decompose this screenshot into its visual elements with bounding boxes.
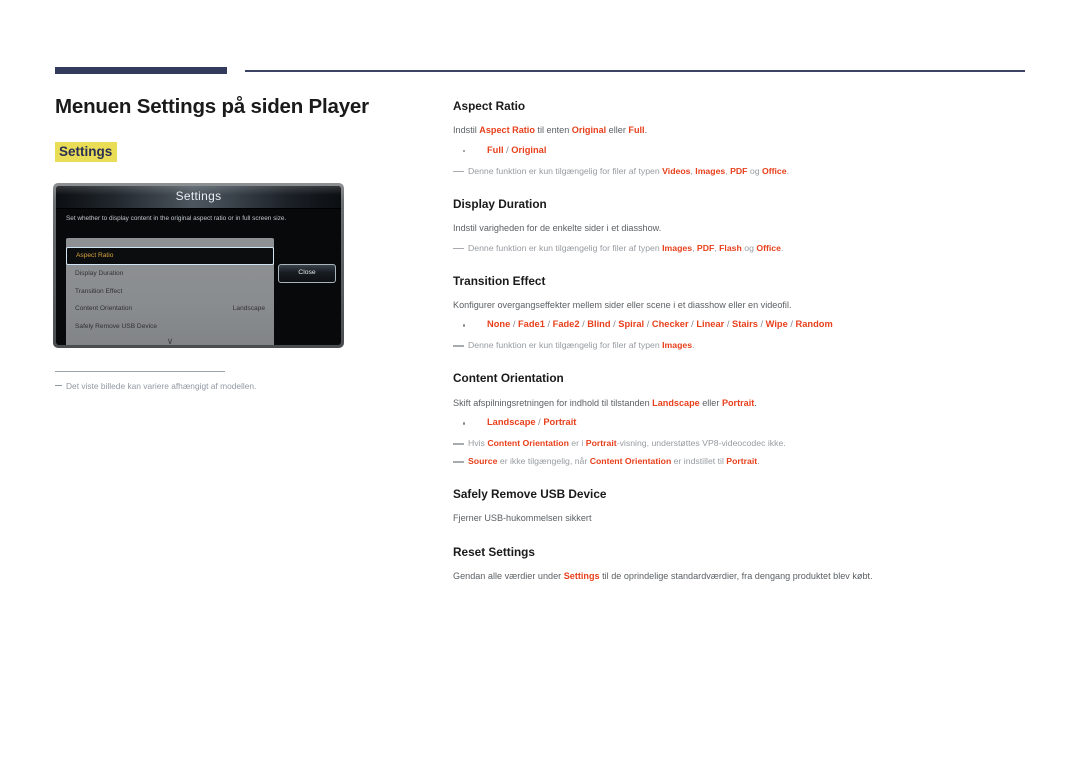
note-text: og [747,165,762,176]
section-reset-settings: Reset Settings Gendan alle værdier under… [453,545,1033,584]
osd-row-transition-effect[interactable]: Transition Effect [66,283,274,301]
section-note: Source er ikke tilgængelig, når Content … [453,455,1033,468]
note-term: Source [468,456,498,467]
note-text: og [741,242,757,253]
section-heading: Transition Effect [453,273,546,288]
section-aspect-ratio: Aspect Ratio Indstil Aspect Ratio til en… [453,99,1033,178]
note-text: Denne funktion er kun tilgængelig for fi… [468,165,663,176]
tv-bezel: Settings Set whether to display content … [53,183,344,348]
desc-text: til enten [534,125,572,136]
osd-row-label: Aspect Ratio [76,252,114,259]
osd-row-label: Transition Effect [75,287,123,295]
desc-term: Aspect Ratio [479,125,535,136]
osd-row-label: Content Orientation [75,305,133,312]
left-column: Menuen Settings på siden Player Settings [55,95,425,163]
note-term: Content Orientation [487,438,569,449]
note-term: Flash [719,242,742,253]
desc-text: eller [606,125,629,136]
figure-caption-text: Det viste billede kan variere afhængigt … [66,381,257,391]
chevron-down-icon[interactable]: ∨ [66,335,274,345]
desc-text: . [754,397,757,408]
note-text: . [692,340,695,351]
note-text: Hvis [468,438,488,449]
note-term: Office [761,165,787,176]
note-term: Videos [662,165,691,176]
osd-close-button[interactable]: Close [278,264,336,283]
osd-title: Settings [175,189,222,203]
desc-text: Indstil [453,125,480,136]
section-heading: Aspect Ratio [453,99,526,113]
option-list-item: None / Fade1 / Fade2 / Blind / Spiral / … [453,318,1033,332]
desc-term: Settings [563,571,600,582]
figure-caption: Det viste billede kan variere afhængigt … [55,380,395,393]
desc-text: . [644,125,648,136]
section-description: Fjerner USB-hukommelsen sikkert [453,513,592,524]
note-term: Content Orientation [589,456,672,467]
section-note: Denne funktion er kun tilgængelig for fi… [453,242,1033,255]
osd-row-aspect-ratio[interactable]: Aspect Ratio [66,247,274,265]
osd-title-bar: Settings [56,186,341,209]
section-transition-effect: Transition Effect Konfigurer overgangsef… [453,274,1033,353]
osd-row-label: Safely Remove USB Device [75,322,158,330]
section-heading: Content Orientation [453,371,564,386]
note-text: er i [568,438,586,449]
desc-term: Landscape [652,397,700,408]
note-term: Images [662,340,693,351]
section-heading: Display Duration [453,196,547,211]
note-text: . [757,456,760,467]
note-text: . [786,165,789,176]
device-screenshot: Settings Set whether to display content … [53,183,344,348]
section-heading: Reset Settings [453,545,535,560]
note-term: PDF [730,165,748,176]
caption-rule [55,371,225,373]
osd-row-safely-remove-usb[interactable]: Safely Remove USB Device [66,318,274,336]
header-rule-thin [245,70,1025,72]
note-text: er indstillet til [671,456,727,467]
section-note: Denne funktion er kun tilgængelig for fi… [453,339,1033,352]
section-display-duration: Display Duration Indstil varigheden for … [453,197,1033,255]
desc-term: Original [571,125,607,136]
tv-screen: Settings Set whether to display content … [56,186,341,345]
note-text: Denne funktion er kun tilgængelig for fi… [468,340,663,351]
note-text: Denne funktion er kun tilgængelig for fi… [468,242,663,253]
settings-highlight-tag: Settings [55,141,118,163]
section-description: Skift afspilningsretningen for indhold t… [453,397,1033,411]
section-description: Gendan alle værdier under Settings til d… [453,570,1033,584]
note-text: -visning, understøttes VP8-videocodec ik… [616,438,786,449]
desc-text: Skift afspilningsretningen for indhold t… [453,397,653,408]
note-term: Images [662,242,693,253]
osd-row-value: Landscape [232,305,265,312]
note-term: Portrait [726,456,758,467]
desc-term: Portrait [721,397,755,408]
desc-term: Full [628,125,645,136]
section-content-orientation: Content Orientation Skift afspilningsret… [453,371,1033,468]
note-text: . [780,242,784,253]
section-note: Denne funktion er kun tilgængelig for fi… [453,165,1033,178]
osd-row-content-orientation[interactable]: Content Orientation Landscape [66,300,274,318]
section-note: Hvis Content Orientation er i Portrait-v… [453,437,1033,450]
note-term: Images [695,165,726,176]
note-term: PDF [696,242,715,253]
note-term: Portrait [585,438,617,449]
osd-menu-list: Aspect Ratio Display Duration Transition… [66,238,274,345]
section-description: Indstil varigheden for de enkelte sider … [453,222,662,233]
section-heading: Safely Remove USB Device [453,487,607,502]
desc-text: Gendan alle værdier under [453,571,564,582]
desc-text: eller [699,397,722,408]
note-term: Office [756,242,781,253]
note-text: er ikke tilgængelig, når [497,456,590,467]
header-rule-thick [55,67,227,74]
note-dash-icon [55,384,62,386]
page-title: Menuen Settings på siden Player [55,95,369,118]
option-list-item: Landscape / Portrait [453,416,1033,430]
option-list-item: Full / Original [453,144,1033,158]
section-safely-remove-usb: Safely Remove USB Device Fjerner USB-huk… [453,487,1033,526]
osd-row-label: Display Duration [75,270,124,277]
right-column: Aspect Ratio Indstil Aspect Ratio til en… [453,99,1033,590]
desc-text: til de oprindelige standardværdier, fra … [599,571,873,582]
osd-row-display-duration[interactable]: Display Duration [66,265,274,283]
section-description: Konfigurer overgangseffekter mellem side… [453,299,792,310]
osd-description: Set whether to display content in the or… [66,215,287,222]
section-description: Indstil Aspect Ratio til enten Original … [453,124,1033,138]
